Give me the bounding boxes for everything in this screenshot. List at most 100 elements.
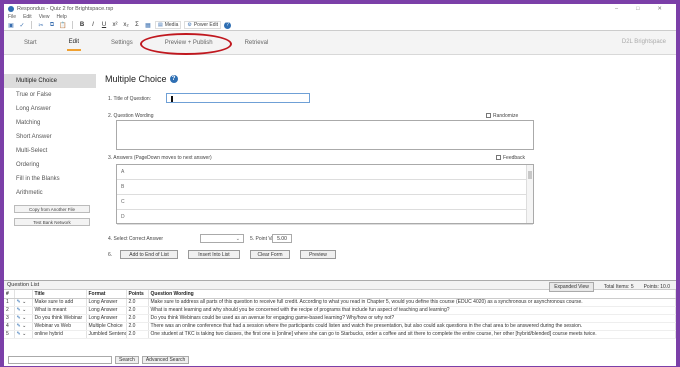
copy-icon[interactable]: ⧉ [48,21,56,29]
row-format: Long Answer [86,314,127,323]
row-points: 2.0 [126,314,149,323]
question-wording-input[interactable] [116,120,534,150]
column-header-number[interactable]: # [4,290,15,299]
minimize-button[interactable]: – [615,6,618,12]
row-number: 4 [4,322,15,331]
cut-icon[interactable]: ✂ [37,21,45,29]
answers-label: 3. Answers (PageDown moves to next answe… [108,155,212,161]
media-button[interactable]: ▤ Media [155,21,182,29]
menu-view[interactable]: View [39,14,50,20]
column-header-points[interactable]: Points [126,290,149,299]
page-title: Multiple Choice ? [105,74,178,84]
chevron-down-icon[interactable]: ⌄ [22,331,26,337]
main-tabs: Start Edit Settings Preview + Publish Re… [4,31,676,55]
brand-label: D2L Brightspace [621,39,666,45]
edit-icon[interactable]: ✎ [17,299,21,305]
row-actions: ✎ ⌄ [14,314,33,323]
feedback-label: Feedback [503,155,525,161]
search-input[interactable] [8,356,112,364]
page-title-text: Multiple Choice [105,74,167,84]
edit-icon[interactable]: ✎ [17,323,21,329]
sidebar-item-multi-select[interactable]: Multi-Select [4,144,96,158]
total-items-label: Total Items: 5 [603,284,634,290]
table-row[interactable]: 4 ✎ ⌄ Webinar vs Web Multiple Choice 2.0… [4,322,676,331]
expanded-view-button[interactable]: Expanded View [549,282,594,292]
search-button[interactable]: Search [115,356,139,364]
toolbar: ▣ ✓ ✂ ⧉ 📋 B I U x² x₂ Σ ▦ ▤ Media ⚙ Power … [4,20,676,31]
answer-row-a[interactable]: A [117,165,533,180]
answer-letter: A [121,169,125,175]
close-button[interactable]: ✕ [657,6,662,12]
underline-icon[interactable]: U [100,21,108,29]
row-wording: Do you think Webinars could be used as a… [148,314,676,323]
menu-help[interactable]: Help [56,14,66,20]
sidebar-item-fill-blanks[interactable]: Fill in the Blanks [4,172,96,186]
edit-icon[interactable]: ✎ [17,315,21,321]
question-title-input[interactable] [166,93,310,103]
sidebar-item-matching[interactable]: Matching [4,116,96,130]
table-row[interactable]: 3 ✎ ⌄ Do you think Webinar Long Answer 2… [4,314,676,323]
answers-scrollbar[interactable] [526,165,533,223]
table-row[interactable]: 2 ✎ ⌄ What is meant Long Answer 2.0 What… [4,306,676,315]
subscript-icon[interactable]: x₂ [122,21,130,29]
preview-button[interactable]: Preview [300,250,336,259]
test-bank-network-button[interactable]: Test Bank Network [14,218,90,226]
menu-bar: File Edit View Help [4,13,676,20]
sidebar-item-arithmetic[interactable]: Arithmetic [4,186,96,200]
question-list-panel: Question List Expanded View Total Items:… [4,280,676,366]
correct-answer-select[interactable]: ⌄ [200,234,244,243]
tab-retrieval[interactable]: Retrieval [243,36,271,50]
chevron-down-icon[interactable]: ⌄ [22,315,26,321]
sidebar-item-multiple-choice[interactable]: Multiple Choice [4,74,96,88]
add-to-end-button[interactable]: Add to End of List [120,250,178,259]
clear-form-button[interactable]: Clear Form [250,250,290,259]
superscript-icon[interactable]: x² [111,21,119,29]
column-header-title[interactable]: Title [32,290,87,299]
sidebar-item-short-answer[interactable]: Short Answer [4,130,96,144]
menu-edit[interactable]: Edit [23,14,32,20]
point-value-input[interactable]: 5.00 [272,234,292,243]
edit-icon[interactable]: ✎ [17,307,21,313]
randomize-checkbox[interactable]: Randomize [486,113,518,119]
sidebar-item-long-answer[interactable]: Long Answer [4,102,96,116]
question-type-sidebar: Multiple Choice True or False Long Answe… [4,66,96,278]
tab-settings[interactable]: Settings [109,36,135,50]
answer-row-c[interactable]: C [117,195,533,210]
menu-file[interactable]: File [8,14,16,20]
media-label: Media [164,22,179,28]
equation-icon[interactable]: Σ [133,21,141,29]
help-icon[interactable]: ? [224,21,232,29]
tab-start[interactable]: Start [22,36,39,50]
chevron-down-icon[interactable]: ⌄ [22,323,26,329]
sidebar-item-true-false[interactable]: True or False [4,88,96,102]
maximize-button[interactable]: □ [636,6,639,12]
table-row[interactable]: 1 ✎ ⌄ Make sure to add Long Answer 2.0 M… [4,298,676,307]
row-actions: ✎ ⌄ [14,306,33,315]
chevron-down-icon[interactable]: ⌄ [22,299,26,305]
chevron-down-icon: ⌄ [235,235,240,242]
answer-row-b[interactable]: B [117,180,533,195]
feedback-checkbox[interactable]: Feedback [496,155,525,161]
media-icon: ▤ [158,22,163,28]
edit-icon[interactable]: ✎ [17,331,21,337]
save-icon[interactable]: ▣ [7,21,15,29]
row-points: 2.0 [126,322,149,331]
power-edit-label: Power Edit [193,22,219,28]
answer-row-d[interactable]: D [117,210,533,225]
copy-from-file-button[interactable]: Copy from Another File [14,205,90,213]
chevron-down-icon[interactable]: ⌄ [22,307,26,313]
table-row[interactable]: 5 ✎ ⌄ online hybrid Jumbled Sentence 2.0… [4,330,676,339]
advanced-search-button[interactable]: Advanced Search [141,356,190,364]
tab-edit[interactable]: Edit [66,35,82,51]
table-icon[interactable]: ▦ [144,21,152,29]
bold-icon[interactable]: B [78,21,86,29]
sidebar-item-ordering[interactable]: Ordering [4,158,96,172]
insert-into-list-button[interactable]: Insert Into List [188,250,240,259]
help-icon[interactable]: ? [169,75,178,83]
paste-icon[interactable]: 📋 [59,21,67,29]
power-edit-button[interactable]: ⚙ Power Edit [184,21,222,29]
checkmark-icon[interactable]: ✓ [18,21,26,29]
column-header-format[interactable]: Format [86,290,127,299]
row-actions: ✎ ⌄ [14,298,33,307]
italic-icon[interactable]: I [89,21,97,29]
